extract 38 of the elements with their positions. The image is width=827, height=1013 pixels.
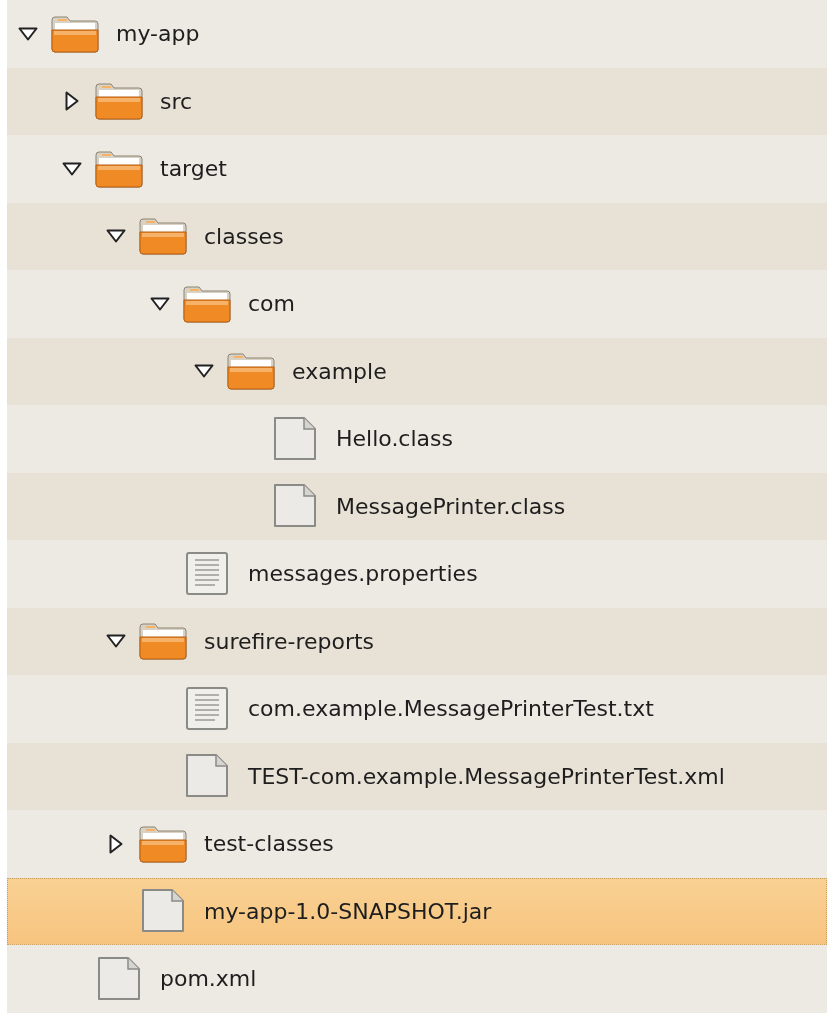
folder-icon	[94, 148, 144, 189]
item-name: com	[248, 291, 295, 317]
tree-row[interactable]: surefire-reports	[7, 607, 827, 675]
tree-row[interactable]: MessagePrinter.class	[7, 472, 827, 540]
folder-icon	[138, 621, 188, 662]
tree-row[interactable]: TEST-com.example.MessagePrinterTest.xml	[7, 742, 827, 810]
item-name: TEST-com.example.MessagePrinterTest.xml	[248, 763, 725, 789]
item-name: messages.properties	[248, 561, 478, 587]
folder-icon	[50, 13, 100, 54]
expanded-arrow-icon[interactable]	[18, 26, 38, 41]
expanded-arrow-icon[interactable]	[150, 296, 170, 311]
tree-row[interactable]: example	[7, 337, 827, 405]
item-name: my-app	[116, 21, 200, 47]
item-name: pom.xml	[160, 966, 257, 992]
item-name: Hello.class	[336, 426, 453, 452]
expanded-arrow-icon[interactable]	[62, 161, 82, 176]
tree-row[interactable]: my-app-1.0-SNAPSHOT.jar	[7, 877, 827, 945]
expanded-arrow-icon[interactable]	[106, 634, 126, 649]
item-name: MessagePrinter.class	[336, 493, 566, 519]
collapsed-arrow-icon[interactable]	[65, 91, 79, 112]
folder-icon	[138, 216, 188, 257]
folder-icon	[94, 81, 144, 122]
folder-icon	[182, 283, 232, 324]
item-name: target	[160, 156, 227, 182]
item-name: my-app-1.0-SNAPSHOT.jar	[204, 898, 492, 924]
tree-row[interactable]: src	[7, 67, 827, 135]
item-name: com.example.MessagePrinterTest.txt	[248, 696, 654, 722]
tree-row[interactable]: classes	[7, 202, 827, 270]
item-name: src	[160, 88, 193, 114]
folder-icon	[138, 823, 188, 864]
collapsed-arrow-icon[interactable]	[109, 833, 123, 854]
expanded-arrow-icon[interactable]	[194, 364, 214, 379]
item-name: example	[292, 358, 387, 384]
item-name: classes	[204, 223, 284, 249]
expanded-arrow-icon[interactable]	[106, 229, 126, 244]
item-name: surefire-reports	[204, 628, 375, 654]
item-name: test-classes	[204, 831, 334, 857]
folder-icon	[226, 351, 276, 392]
